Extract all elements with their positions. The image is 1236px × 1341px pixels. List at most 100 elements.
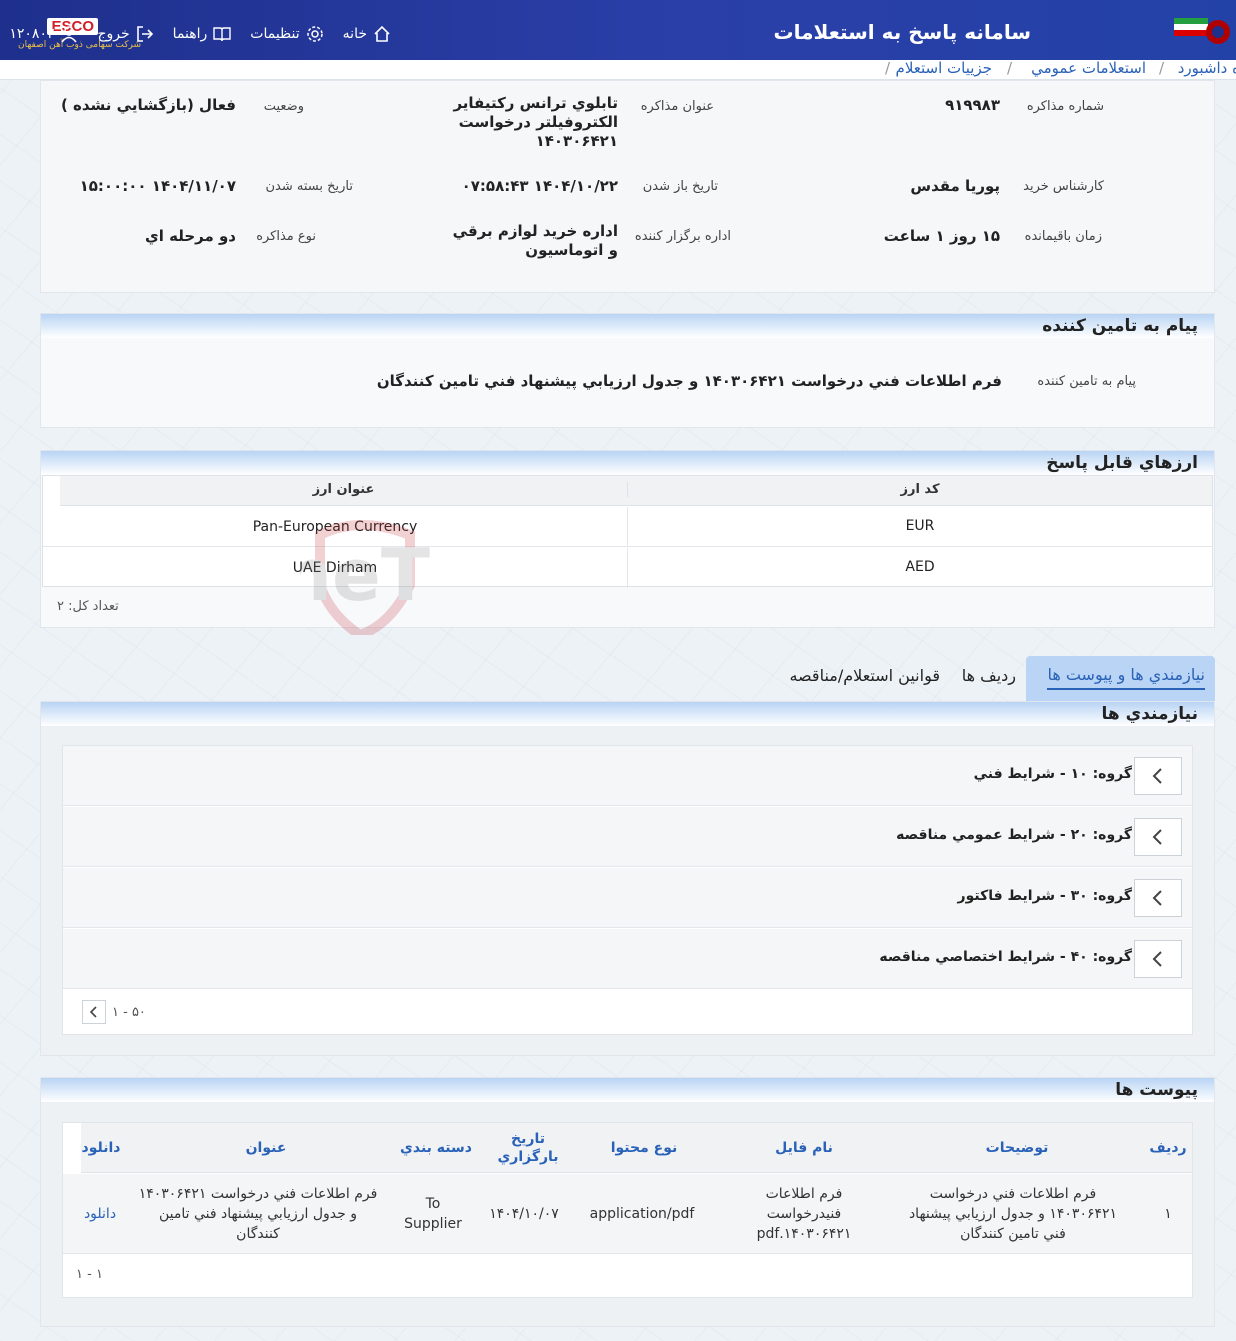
column-header[interactable]: رديف	[1142, 1124, 1194, 1172]
tab-label: نيازمندي ها و پيوست ها	[1047, 662, 1205, 690]
tab-requirements-attachments[interactable]: نيازمندي ها و پيوست ها	[1026, 656, 1215, 701]
buyer-expert: پوريا مقدس	[910, 177, 1000, 195]
field-label: پيام به تامين کننده	[1037, 374, 1136, 389]
column-header[interactable]: دسته بندي	[390, 1124, 482, 1172]
top-nav: خانه تنظيمات راهنما خروج ۱۲۰۸۰۲	[0, 22, 392, 46]
supplier-message: فرم اطلاعات فني درخواست ۱۴۰۳۰۶۴۲۱ و جدول…	[376, 372, 1002, 390]
nav-user[interactable]: ۱۲۰۸۰۲	[9, 24, 79, 44]
requirement-group[interactable]: گروه: ۲۰ - شرايط عمومي مناقصه	[63, 807, 1192, 867]
attachments-pager: ۱ - ۱	[76, 1267, 103, 1282]
nav-settings[interactable]: تنظيمات	[250, 24, 324, 44]
expand-button[interactable]	[1134, 818, 1182, 856]
panel-title: پيوست ها	[41, 1078, 1214, 1102]
attachment-category: To Supplier	[404, 1196, 462, 1232]
field-label: زمان باقيمانده	[1024, 229, 1102, 244]
breadcrumb-public-inquiries[interactable]: استعلامات عمومي	[1031, 60, 1146, 77]
column-header[interactable]: نوع محتوا	[574, 1124, 714, 1172]
field-label: کارشناس خريد	[1023, 179, 1104, 194]
requirement-group[interactable]: گروه: ۳۰ - شرايط فاکتور	[63, 868, 1192, 928]
app-title: سامانه پاسخ به استعلامات	[773, 20, 1032, 44]
currency-table: کد ارز عنوان ارز EUR Pan-European Curren…	[42, 475, 1213, 588]
row-index: ۱	[1164, 1206, 1172, 1222]
column-header[interactable]: عنوان	[144, 1124, 388, 1172]
requirement-group[interactable]: گروه: ۱۰ - شرايط فني	[63, 746, 1192, 806]
table-row[interactable]: EUR Pan-European Currency	[43, 507, 1212, 547]
negotiation-type: دو مرحله اي	[144, 227, 236, 245]
chevron-left-icon	[1152, 768, 1162, 784]
attachment-filename: فرم اطلاعات فنيدرخواست ۱۴۰۳۰۶۴۲۱.pdf	[756, 1186, 852, 1242]
negotiation-title: تابلوي ترانس ركتيفاير الكتروفيلتر درخواس…	[453, 94, 618, 150]
organizing-department: اداره خريد لوازم برقي و اتوماسيون	[452, 222, 618, 259]
tab-label: رديف ها	[961, 666, 1016, 685]
breadcrumb-sep: /	[1158, 60, 1164, 77]
nav-logout-label: خروج	[97, 26, 130, 42]
pager-range: ۱ - ۵۰	[112, 1004, 146, 1020]
field-label: وضعيت	[263, 99, 304, 114]
home-icon	[374, 25, 390, 42]
expand-button[interactable]	[1134, 940, 1182, 978]
currency-code: EUR	[905, 518, 935, 534]
field-label: تاريخ بسته شدن	[265, 179, 353, 194]
requirement-group[interactable]: گروه: ۴۰ - شرايط اختصاصي مناقصه	[63, 929, 1192, 989]
remaining-time: ۱۵ روز ۱ ساعت	[883, 227, 1000, 245]
column-header[interactable]: نام فايل	[716, 1124, 892, 1172]
nav-help[interactable]: راهنما	[173, 24, 233, 44]
panel-title: نيازمندي ها	[41, 702, 1214, 726]
tab-rules[interactable]: قوانين استعلام/مناقصه	[789, 662, 940, 702]
field-label: اداره برگزار کننده	[634, 229, 731, 244]
group-label: گروه: ۲۰ - شرايط عمومي مناقصه	[896, 827, 1132, 843]
chevron-left-icon	[1152, 890, 1162, 906]
next-page-button[interactable]	[82, 1000, 106, 1024]
breadcrumb-sep: /	[1006, 60, 1012, 77]
column-header[interactable]: توضيحات	[894, 1124, 1140, 1172]
breadcrumb-sep: /	[884, 60, 890, 77]
field-label: شماره مذاکره	[1026, 99, 1104, 114]
currency-name: Pan-European Currency	[43, 507, 628, 547]
tab-label: قوانين استعلام/مناقصه	[789, 666, 940, 685]
currency-code: AED	[905, 559, 935, 575]
close-date: ۱۴۰۴/۱۱/۰۷ ۱۵:۰۰:۰۰	[79, 177, 236, 195]
supplier-message-panel: پيام به تامين کننده پيام به تامين کننده …	[40, 313, 1215, 428]
book-icon	[213, 27, 231, 42]
group-label: گروه: ۴۰ - شرايط اختصاصي مناقصه	[879, 949, 1132, 965]
field-label: عنوان مذاکره	[640, 99, 714, 114]
field-label: نوع مذاکره	[256, 229, 316, 244]
expand-button[interactable]	[1134, 879, 1182, 917]
user-icon	[61, 26, 78, 43]
group-label: گروه: ۱۰ - شرايط فني	[973, 766, 1132, 782]
attachment-description: فرم اطلاعات فني درخواست ۱۴۰۳۰۶۴۲۱ و جدول…	[908, 1186, 1118, 1242]
nav-home-label: خانه	[342, 26, 367, 42]
details-panel: شماره مذاکره ۹۱۹۹۸۳ عنوان مذاکره تابلوي …	[40, 80, 1215, 293]
currencies-panel: ارزهاي قابل پاسخ کد ارز عنوان ارز EUR Pa…	[40, 450, 1215, 628]
attachment-date: ۱۴۰۴/۱۰/۰۷	[489, 1206, 559, 1222]
nav-home[interactable]: خانه	[343, 24, 392, 44]
table-header: کد ارز عنوان ارز	[60, 476, 1212, 506]
expand-button[interactable]	[1134, 757, 1182, 795]
column-header[interactable]: تاريخ بارگزاري	[484, 1124, 572, 1172]
company-logo	[1174, 18, 1230, 44]
download-link[interactable]: دانلود	[64, 1174, 136, 1254]
breadcrumb: ه داشبورد / استعلامات عمومي / جزييات است…	[0, 60, 1236, 80]
column-header: کد ارز	[900, 482, 940, 497]
logout-icon	[136, 26, 153, 42]
negotiation-number: ۹۱۹۹۸۳	[945, 96, 1000, 114]
table-row[interactable]: AED UAE Dirham	[43, 548, 1212, 588]
panel-title: ارزهاي قابل پاسخ	[41, 451, 1214, 475]
open-date: ۱۴۰۴/۱۰/۲۲ ۰۷:۵۸:۴۳	[461, 177, 618, 195]
nav-user-id: ۱۲۰۸۰۲	[9, 26, 55, 42]
nav-help-label: راهنما	[172, 26, 208, 42]
panel-title: پيام به تامين کننده	[41, 314, 1214, 338]
tab-rows[interactable]: رديف ها	[962, 662, 1016, 702]
breadcrumb-dashboard[interactable]: ه داشبورد	[1178, 60, 1236, 77]
total-count: تعداد کل: ۲	[57, 599, 119, 614]
gear-icon	[306, 26, 323, 42]
chevron-left-icon	[1152, 829, 1162, 845]
breadcrumb-inquiry-details[interactable]: جزييات استعلام	[896, 60, 992, 77]
attachment-mime: application/pdf	[589, 1206, 695, 1222]
currency-name: UAE Dirham	[43, 548, 628, 588]
chevron-left-icon	[1152, 951, 1162, 967]
nav-logout[interactable]: خروج	[97, 24, 154, 44]
chevron-left-icon	[89, 1006, 97, 1018]
field-label: تاريخ باز شدن	[642, 179, 718, 194]
requirements-pager: ۱ - ۵۰	[82, 1000, 146, 1024]
